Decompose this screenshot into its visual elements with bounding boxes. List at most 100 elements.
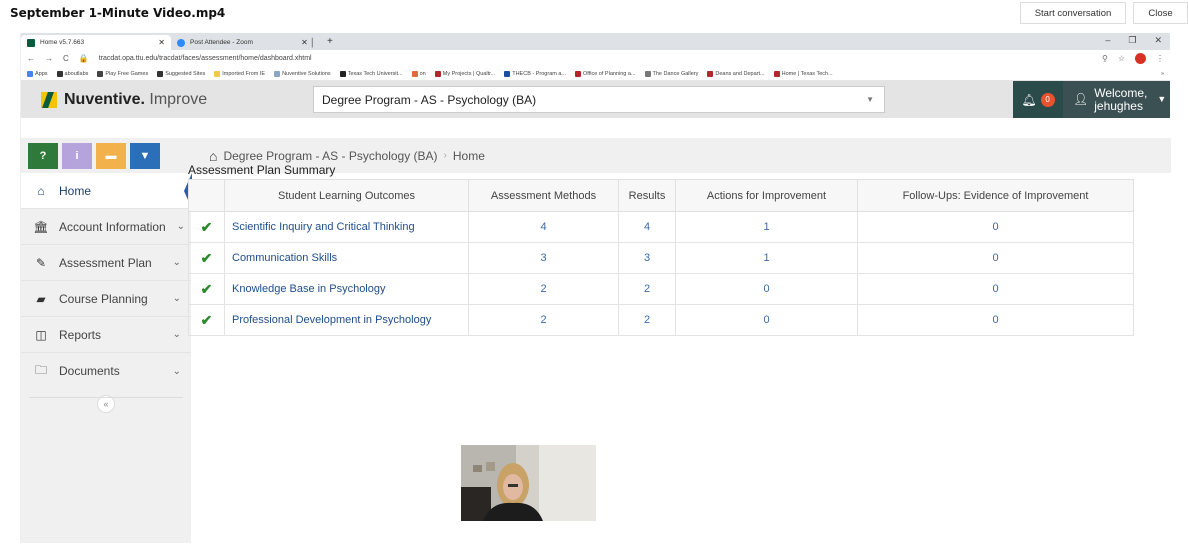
bookmark-item[interactable]: Nuventive Solutions: [274, 70, 331, 77]
sidebar-item-home[interactable]: ⌂ Home: [21, 173, 192, 209]
followups-count[interactable]: 0: [857, 242, 1134, 274]
sidebar-item-reports[interactable]: ◫ Reports ⌄: [21, 317, 191, 353]
actions-count[interactable]: 0: [675, 304, 858, 336]
message-button[interactable]: ▬: [96, 142, 126, 169]
start-conversation-button[interactable]: Start conversation: [1020, 2, 1126, 24]
table-row: ✔ Scientific Inquiry and Critical Thinki…: [188, 211, 1134, 243]
bookmark-item[interactable]: My Projects | Qualtr...: [434, 70, 495, 77]
video-title: September 1-Minute Video.mp4: [10, 6, 226, 20]
window-close-icon[interactable]: ✕: [1154, 35, 1162, 46]
star-icon[interactable]: ☆: [1118, 54, 1125, 63]
bookmark-item[interactable]: Office of Planning a...: [575, 70, 636, 77]
methods-count[interactable]: 2: [468, 273, 619, 305]
window-controls: – ❐ ✕: [1105, 35, 1162, 46]
outcome-link[interactable]: Knowledge Base in Psychology: [224, 273, 469, 305]
program-select[interactable]: Degree Program - AS - Psychology (BA) ▼: [313, 86, 885, 113]
browser-tab-zoom[interactable]: Post Attendee - Zoom ✕ │: [171, 35, 321, 50]
bookmark-label: The Dance Gallery: [652, 70, 699, 77]
minimize-icon[interactable]: –: [1105, 35, 1110, 46]
menu-dots-icon[interactable]: ⋮: [1156, 54, 1164, 63]
tab-label: Post Attendee - Zoom: [190, 39, 253, 46]
bookmark-item[interactable]: on: [411, 70, 426, 77]
close-button[interactable]: Close: [1133, 2, 1188, 24]
bookmark-item[interactable]: Suggested Sites: [157, 70, 206, 77]
user-menu[interactable]: 👤︎ Welcome, jehughes ▼: [1063, 81, 1170, 118]
tab-strip: Home v5.7.663 ✕ Post Attendee - Zoom ✕ │…: [21, 33, 1170, 50]
followups-count[interactable]: 0: [857, 273, 1134, 305]
folder-icon: 🗀: [34, 362, 47, 377]
nuventive-logo-icon: [41, 91, 57, 108]
sidebar-item-label: Course Planning: [59, 291, 148, 306]
actions-count[interactable]: 1: [675, 242, 858, 274]
browser-tab-home[interactable]: Home v5.7.663 ✕: [21, 35, 171, 50]
sidebar-item-label: Assessment Plan: [59, 255, 152, 270]
methods-count[interactable]: 4: [468, 211, 619, 243]
bookmark-item[interactable]: Texas Tech Universit...: [339, 70, 403, 77]
followups-count[interactable]: 0: [857, 304, 1134, 336]
app-header: Nuventive. Improve Degree Program - AS -…: [21, 81, 1170, 118]
checkmark-icon: ✔: [188, 211, 225, 243]
column-header: Assessment Methods: [468, 179, 619, 212]
sidebar-item-course-planning[interactable]: ▰ Course Planning ⌄: [21, 281, 191, 317]
sidebar-item-assessment-plan[interactable]: ✎ Assessment Plan ⌄: [21, 245, 191, 281]
bookmark-label: Suggested Sites: [165, 70, 206, 77]
close-tab-icon[interactable]: ✕ │: [301, 38, 315, 47]
followups-count[interactable]: 0: [857, 211, 1134, 243]
notifications-button[interactable]: 🔔︎ 0: [1013, 81, 1063, 118]
sidebar-item-documents[interactable]: 🗀 Documents ⌄: [21, 353, 191, 389]
bank-icon: 🏛︎: [33, 219, 49, 234]
bookmark-item[interactable]: Imported From IE: [214, 70, 265, 77]
methods-count[interactable]: 3: [468, 242, 619, 274]
nuventive-logo[interactable]: Nuventive. Improve: [21, 91, 311, 109]
sidebar-item-label: Account Information: [59, 219, 166, 234]
outcome-link[interactable]: Scientific Inquiry and Critical Thinking: [224, 211, 469, 243]
back-icon[interactable]: ←: [27, 54, 35, 63]
forward-icon[interactable]: →: [45, 54, 53, 63]
nuventive-favicon: [27, 38, 35, 47]
bookmark-item[interactable]: Home | Texas Tech...: [773, 70, 833, 77]
profile-avatar[interactable]: [1135, 53, 1146, 64]
outcome-link[interactable]: Communication Skills: [224, 242, 469, 274]
results-count[interactable]: 2: [618, 304, 676, 336]
filter-button[interactable]: ▼: [130, 142, 160, 169]
bookmark-item[interactable]: The Dance Gallery: [644, 70, 699, 77]
actions-count[interactable]: 1: [675, 211, 858, 243]
bookmark-label: Deans and Depart...: [715, 70, 765, 77]
webcam-presenter-image: [461, 445, 596, 521]
bookmark-favicon-icon: [707, 70, 714, 77]
actions-count[interactable]: 0: [675, 273, 858, 305]
more-bookmarks-icon[interactable]: »: [1161, 71, 1164, 77]
bookmark-label: Play Free Games: [105, 70, 149, 77]
url-bar[interactable]: tracdat.opa.ttu.edu/tracdat/faces/assess…: [99, 55, 1092, 62]
column-header: Student Learning Outcomes: [224, 179, 469, 212]
bookmark-favicon-icon: [157, 70, 164, 77]
reload-icon[interactable]: C: [63, 54, 69, 63]
help-button[interactable]: ?: [28, 142, 58, 169]
info-button[interactable]: i: [62, 142, 92, 169]
results-count[interactable]: 2: [618, 273, 676, 305]
caret-down-icon: ▼: [1157, 94, 1167, 104]
bookmark-item[interactable]: aboutlabs: [56, 70, 89, 77]
bookmark-item[interactable]: Play Free Games: [97, 70, 149, 77]
chevron-down-icon: ⌄: [172, 329, 181, 340]
new-tab-icon[interactable]: +: [327, 36, 333, 47]
zoom-lens-icon[interactable]: ⚲: [1102, 54, 1108, 63]
methods-count[interactable]: 2: [468, 304, 619, 336]
sidebar-item-account-information[interactable]: 🏛︎ Account Information ⌄: [21, 209, 191, 245]
outcome-link[interactable]: Professional Development in Psychology: [224, 304, 469, 336]
bookmark-item[interactable]: Deans and Depart...: [707, 70, 765, 77]
results-count[interactable]: 3: [618, 242, 676, 274]
brand-name: Nuventive.: [64, 90, 145, 108]
bookmark-label: THECB - Program a...: [512, 70, 567, 77]
table-row: ✔ Knowledge Base in Psychology 2 2 0 0: [188, 273, 1134, 305]
bookmark-favicon-icon: [575, 70, 582, 77]
bookmark-label: aboutlabs: [64, 70, 89, 77]
chevron-down-icon: ⌄: [176, 221, 185, 232]
bookmark-label: Nuventive Solutions: [282, 70, 331, 77]
video-topbar: September 1-Minute Video.mp4 Start conve…: [0, 0, 1188, 28]
bookmark-item[interactable]: Apps: [27, 70, 48, 77]
restore-icon[interactable]: ❐: [1128, 35, 1136, 46]
bookmark-item[interactable]: THECB - Program a...: [504, 70, 567, 77]
results-count[interactable]: 4: [618, 211, 676, 243]
close-tab-icon[interactable]: ✕: [158, 38, 165, 47]
